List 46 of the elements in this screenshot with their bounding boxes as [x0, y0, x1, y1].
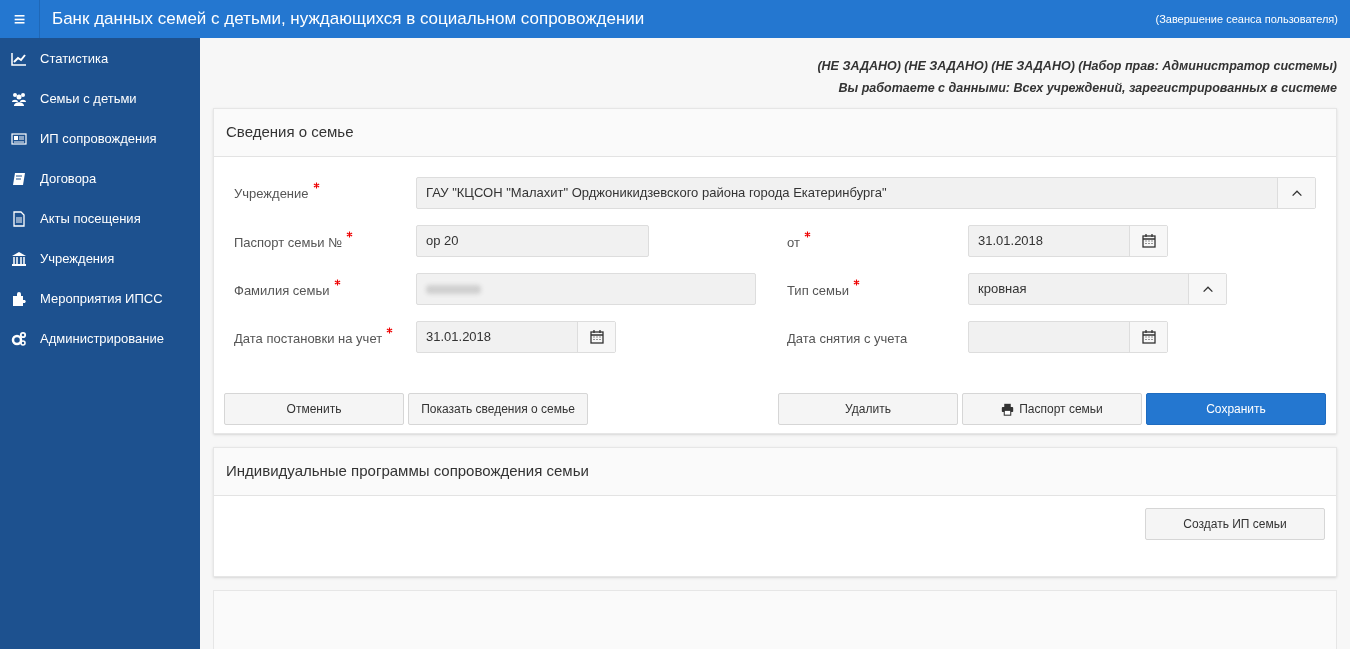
action-button[interactable]: Паспорт семьи	[962, 393, 1142, 425]
app-title: Банк данных семей с детьми, нуждающихся в социальном сопровождении	[52, 8, 645, 31]
input-field[interactable]: ор 20	[416, 225, 649, 257]
date-field[interactable]: 31.01.2018	[416, 321, 616, 353]
sidebar-item[interactable]: Учреждения	[0, 239, 200, 279]
sidebar-item[interactable]: Администрирование	[0, 319, 200, 359]
select-field[interactable]: кровная	[968, 273, 1227, 305]
redacted-text	[426, 284, 481, 294]
date-field[interactable]	[968, 321, 1168, 353]
field-label: от	[787, 225, 968, 253]
field-label: Дата постановки на учет	[234, 321, 416, 349]
card-title: Сведения о семье	[226, 122, 354, 143]
field-label: Тип семьи	[787, 273, 968, 301]
user-info-text: (НЕ ЗАДАНО) (НЕ ЗАДАНО) (НЕ ЗАДАНО) (Набор прав: Администратор системы)	[817, 58, 1337, 74]
save-button[interactable]: Сохранить	[1146, 393, 1326, 425]
users-icon	[11, 91, 27, 107]
select-field[interactable]: ГАУ "КЦСОН "Малахит" Орджоникидзевского района города Екатеринбурга"	[416, 177, 1316, 209]
document-icon	[11, 211, 27, 227]
sidebar-item[interactable]: Статистика	[0, 39, 200, 79]
chart-icon	[11, 51, 27, 67]
sidebar-item[interactable]: Мероприятия ИПСС	[0, 279, 200, 319]
field-label: Паспорт семьи №	[234, 225, 416, 253]
action-button[interactable]: Отменить	[224, 393, 404, 425]
bank-icon	[11, 251, 27, 267]
sidebar-item[interactable]: Семьи с детьми	[0, 79, 200, 119]
field-label: Фамилия семьи	[234, 273, 416, 301]
card-title: Индивидуальные программы сопровождения семьи	[226, 461, 589, 482]
puzzle-icon	[11, 291, 27, 307]
book-icon	[11, 171, 27, 187]
action-button[interactable]: Создать ИП семьи	[1145, 508, 1325, 540]
calendar-icon	[588, 329, 605, 345]
sidebar-item[interactable]: ИП сопровождения	[0, 119, 200, 159]
id-card-icon	[11, 131, 27, 147]
input-field[interactable]	[416, 273, 756, 305]
date-field[interactable]: 31.01.2018	[968, 225, 1168, 257]
sidebar-item[interactable]: Договора	[0, 159, 200, 199]
calendar-icon	[1140, 329, 1157, 345]
printer-icon	[1001, 402, 1015, 416]
action-button[interactable]: Удалить	[778, 393, 958, 425]
field-label: Дата снятия с учета	[787, 330, 909, 348]
calendar-icon	[1140, 233, 1157, 249]
action-button[interactable]: Показать сведения о семье	[408, 393, 588, 425]
sidebar-item[interactable]: Акты посещения	[0, 199, 200, 239]
logout-link[interactable]: (Завершение сеанса пользователя)	[1155, 10, 1338, 28]
field-label: Учреждение	[234, 182, 416, 204]
user-info-text: Вы работаете с данными: Всех учреждений, зарегистрированных в системе	[838, 80, 1337, 96]
